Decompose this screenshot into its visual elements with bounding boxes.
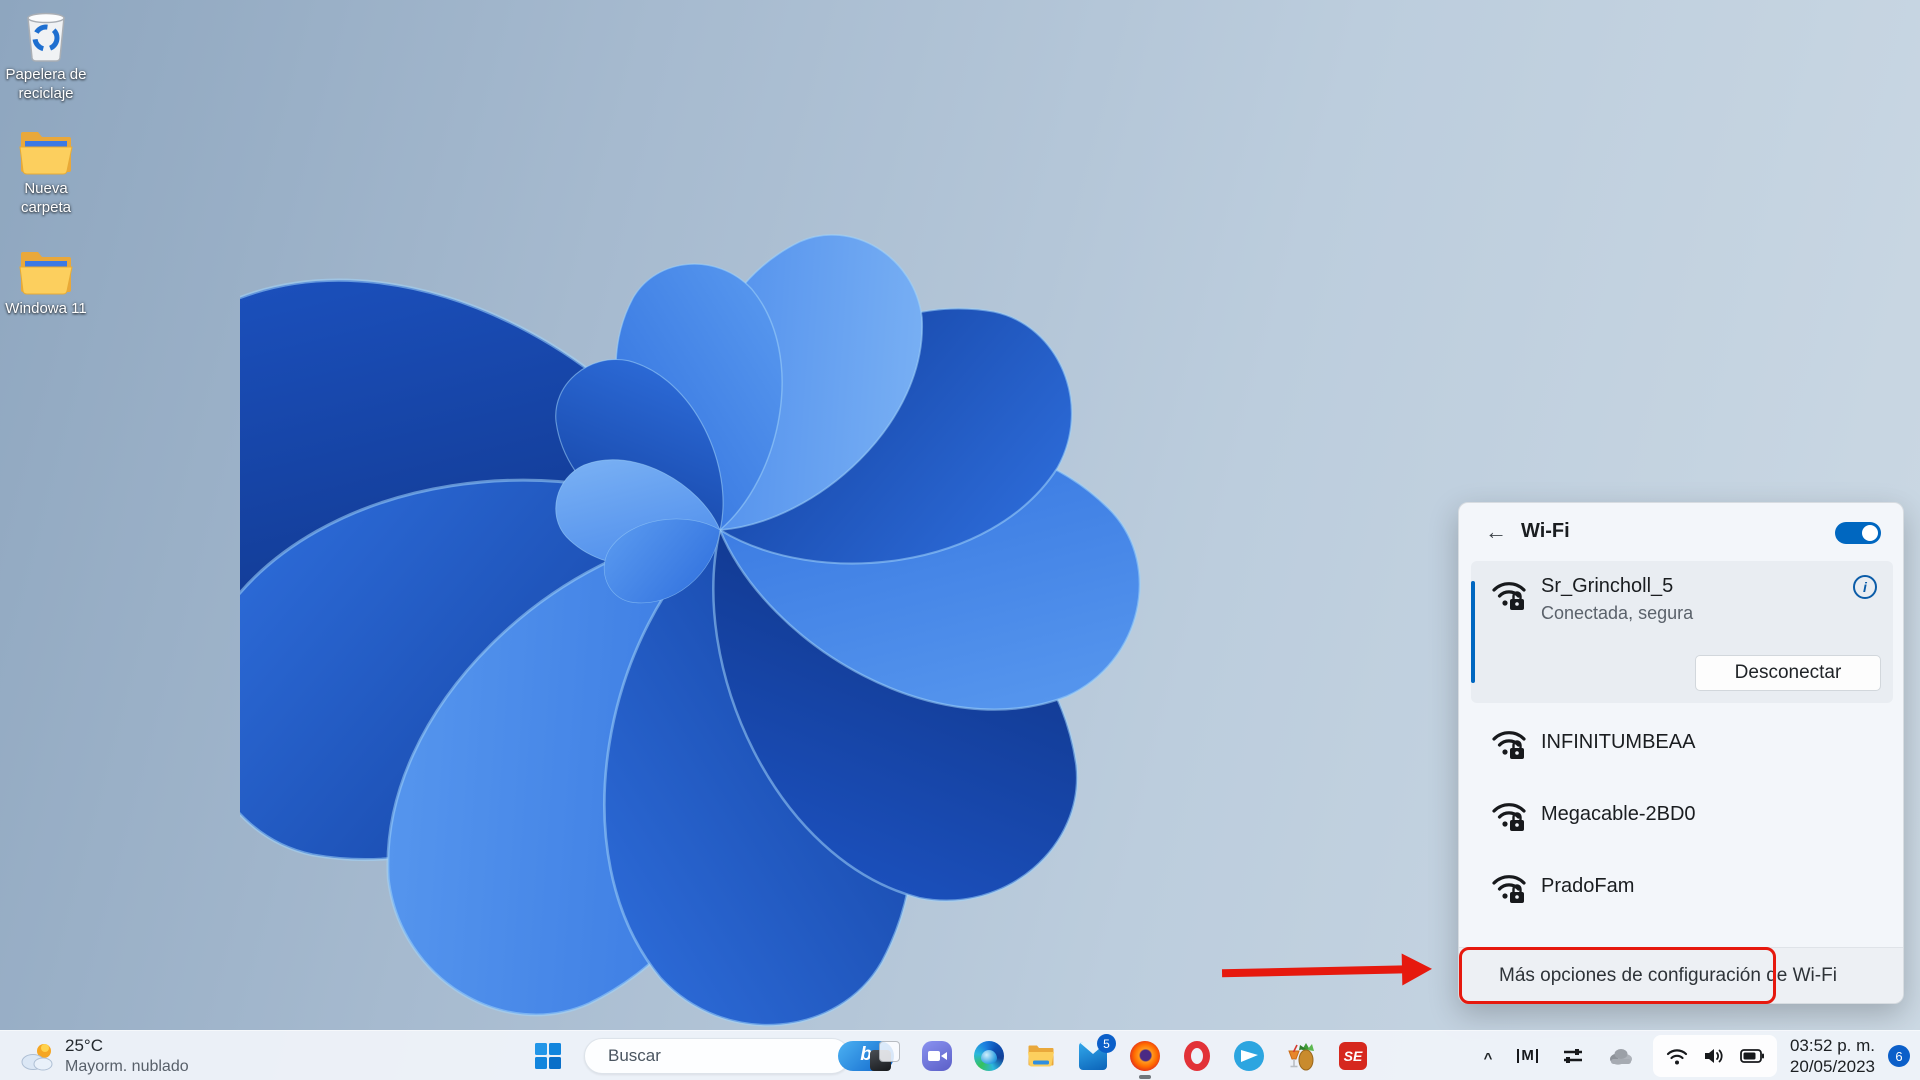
desktop-icon-windowa-11[interactable]: Windowa 11 — [0, 250, 92, 319]
wifi-toggle[interactable] — [1835, 522, 1881, 544]
camera-icon — [928, 1051, 940, 1061]
windows-logo-icon — [535, 1043, 561, 1069]
tray-overflow-chevron[interactable]: ^ — [1478, 1042, 1499, 1071]
chevron-up-icon: ^ — [1483, 1049, 1493, 1067]
handbrake-button[interactable] — [1286, 1041, 1316, 1071]
weather-condition: Mayorm. nublado — [65, 1057, 189, 1075]
file-explorer-button[interactable] — [1026, 1041, 1056, 1071]
more-wifi-settings-label: Más opciones de configuración de Wi-Fi — [1499, 965, 1837, 986]
selection-accent-bar — [1471, 581, 1475, 683]
se-app-icon: SE — [1339, 1042, 1367, 1070]
tray-time: 03:52 p. m. — [1789, 1035, 1875, 1055]
camera-icon-lens — [941, 1052, 947, 1060]
onedrive-button[interactable] — [1602, 1041, 1640, 1071]
wifi-network-row[interactable]: Megacable-2BD0 — [1471, 780, 1893, 852]
windows-bloom-wallpaper — [240, 233, 1141, 1027]
mail-button[interactable]: 5 — [1078, 1034, 1116, 1071]
wifi-network-row[interactable]: INFINITUMBEAA — [1471, 708, 1893, 780]
connected-network-card[interactable]: Sr_Grincholl_5 Conectada, segura i Desco… — [1471, 561, 1893, 703]
telegram-button[interactable] — [1234, 1041, 1264, 1071]
taskbar-search-box[interactable]: b — [584, 1038, 894, 1074]
opera-button[interactable] — [1182, 1041, 1212, 1071]
wifi-lock-icon — [1492, 582, 1526, 610]
telegram-icon-plane — [1241, 1050, 1258, 1062]
toggle-knob — [1862, 525, 1878, 541]
connected-network-name: Sr_Grincholl_5 — [1541, 575, 1674, 597]
tray-sliders-button[interactable] — [1557, 1042, 1589, 1070]
file-explorer-icon — [1028, 1045, 1054, 1067]
taskbar: 25°C Mayorm. nublado b — [0, 1030, 1920, 1080]
m-app-icon: M — [1517, 1048, 1538, 1063]
tray-date: 20/05/2023 — [1789, 1057, 1875, 1076]
start-button[interactable] — [528, 1036, 568, 1076]
desktop-icon-recycle-bin[interactable]: Papelera de reciclaje — [0, 10, 92, 104]
running-app-indicator — [1139, 1075, 1151, 1079]
network-name: PradoFam — [1541, 875, 1635, 897]
weather-temperature: 25°C — [65, 1036, 103, 1056]
wifi-panel-title: Wi-Fi — [1521, 520, 1570, 542]
chat-button[interactable] — [922, 1041, 952, 1071]
task-view-button[interactable] — [870, 1041, 900, 1071]
notification-count-badge[interactable]: 6 — [1888, 1045, 1910, 1067]
disconnect-button[interactable]: Desconectar — [1695, 655, 1881, 691]
network-properties-info-icon[interactable]: i — [1853, 575, 1877, 599]
firefox-button[interactable] — [1130, 1041, 1160, 1079]
network-name: Megacable-2BD0 — [1541, 803, 1696, 825]
wifi-lock-icon — [1492, 803, 1526, 831]
desktop-icon-nueva-carpeta[interactable]: Nueva carpeta — [0, 130, 92, 218]
taskbar-apps: 5 SE — [870, 1034, 1368, 1079]
folder-icon — [19, 252, 73, 295]
battery-icon — [1740, 1049, 1764, 1063]
desktop-icon-label: Papelera de reciclaje — [5, 66, 87, 102]
sliders-icon — [1563, 1049, 1582, 1063]
edge-icon-swirl — [981, 1050, 997, 1064]
wifi-panel-header: ← Wi-Fi — [1459, 503, 1903, 561]
connection-status: Conectada, segura — [1541, 603, 1694, 623]
search-input[interactable] — [608, 1046, 829, 1066]
wifi-lock-icon — [1492, 731, 1526, 759]
taskbar-center: b — [528, 1031, 1368, 1080]
desktop-icon-label: Windowa 11 — [5, 300, 87, 317]
system-tray: ^ M 03:52 p. m. 20/05/2023 6 — [1478, 1031, 1910, 1080]
wifi-flyout-panel: ← Wi-Fi Sr_Grincholl_5 Conectada, segura… — [1458, 502, 1904, 1004]
mail-unread-badge: 5 — [1097, 1034, 1116, 1053]
wifi-lock-icon — [1492, 875, 1526, 903]
weather-icon — [21, 1044, 53, 1071]
wifi-network-row[interactable]: PradoFam — [1471, 852, 1893, 924]
network-name: INFINITUMBEAA — [1541, 731, 1696, 753]
more-wifi-settings-link[interactable]: Más opciones de configuración de Wi-Fi — [1459, 947, 1903, 1003]
quick-settings-button[interactable] — [1652, 1035, 1777, 1077]
handbrake-icon — [1288, 1043, 1314, 1071]
edge-button[interactable] — [974, 1041, 1004, 1071]
onedrive-cloud-icon — [1609, 1049, 1632, 1065]
folder-icon — [19, 132, 73, 175]
clock-button[interactable]: 03:52 p. m. 20/05/2023 — [1790, 1035, 1875, 1078]
task-view-icon-front — [879, 1041, 900, 1062]
tray-m-app-button[interactable]: M — [1511, 1043, 1544, 1069]
wifi-icon — [1666, 1048, 1688, 1064]
back-arrow-button[interactable]: ← — [1481, 517, 1511, 547]
desktop-icon-label: Nueva carpeta — [20, 180, 72, 216]
volume-icon — [1704, 1049, 1723, 1063]
firefox-icon — [1130, 1041, 1160, 1071]
widgets-weather-button[interactable]: 25°C Mayorm. nublado — [12, 1035, 197, 1077]
opera-icon — [1184, 1041, 1210, 1071]
recycle-bin-icon — [27, 12, 65, 62]
desktop: Papelera de reciclaje Nueva carpeta Wind… — [0, 0, 1920, 1080]
se-app-button[interactable]: SE — [1338, 1041, 1368, 1071]
